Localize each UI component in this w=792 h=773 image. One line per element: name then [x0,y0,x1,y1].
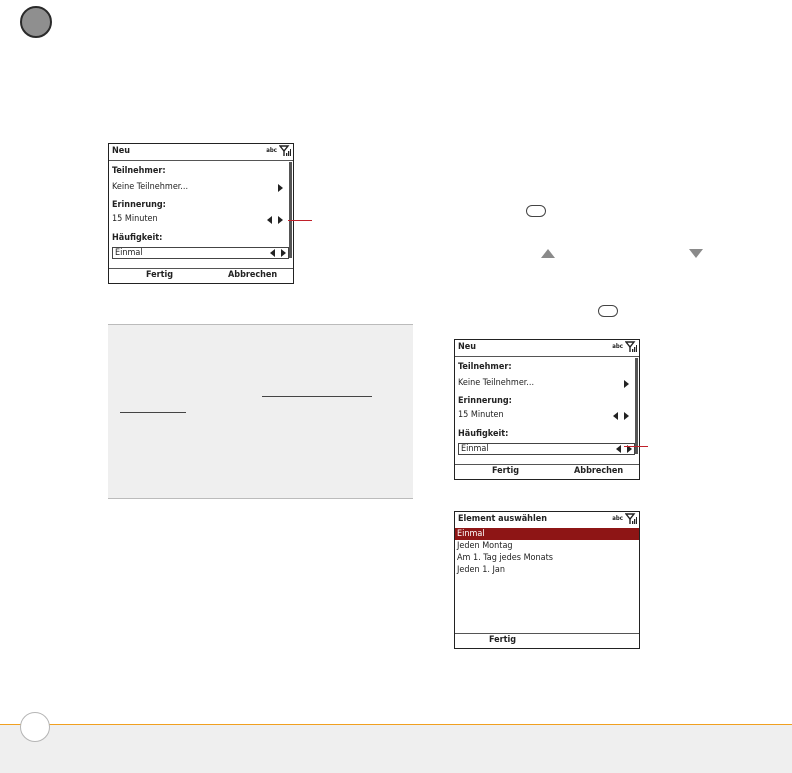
signal-icon [625,513,637,524]
screen-title: Neu [112,146,131,156]
participants-field[interactable]: Keine Teilnehmer... [458,378,631,390]
center-button-icon [526,205,546,217]
participants-label: Teilnehmer: [112,166,166,176]
center-button-icon [598,305,618,317]
left-right-arrows-icon [267,216,283,224]
arrow-right-icon [278,184,283,192]
link-underline [120,412,186,413]
soft-button-bar: Fertig Abbrechen [109,268,293,283]
phone-screen-new-event: Neu abc Teilnehmer: Keine Teilnehmer... … [108,143,294,284]
screen-title: Neu [458,342,477,352]
reminder-value: 15 Minuten [458,410,504,420]
page-number-marker [20,712,50,742]
frequency-label: Häufigkeit: [458,429,509,439]
phone-screen-new-event-frequency: Neu abc Teilnehmer: Keine Teilnehmer... … [454,339,640,480]
participants-value: Keine Teilnehmer... [112,182,189,192]
left-right-arrows-icon [613,412,629,420]
screen-titlebar: Neu abc [109,144,293,161]
callout-line [288,220,312,221]
reminder-value: 15 Minuten [112,214,158,224]
soft-button-bar: Fertig [455,633,639,648]
arrow-right-icon [624,380,629,388]
screen-titlebar: Element auswählen abc [455,512,639,529]
list-item-once[interactable]: Einmal [455,528,639,540]
done-button[interactable]: Fertig [492,466,519,476]
list-item-every-monday[interactable]: Jeden Montag [455,540,639,552]
list-item-first-day-month[interactable]: Am 1. Tag jedes Monats [455,552,639,564]
reminder-label: Erinnerung: [112,200,166,210]
frequency-select[interactable]: Einmal [112,247,289,259]
screen-titlebar: Neu abc [455,340,639,357]
arrow-up-icon [541,249,555,258]
done-button[interactable]: Fertig [489,635,516,645]
scrollbar[interactable] [289,162,292,258]
link-underline [262,396,372,397]
signal-icon [625,341,637,352]
participants-field[interactable]: Keine Teilnehmer... [112,182,285,194]
participants-value: Keine Teilnehmer... [458,378,535,388]
frequency-value: Einmal [115,248,143,258]
left-right-arrows-icon [270,249,286,257]
input-mode-indicator: abc [266,147,277,154]
frequency-select[interactable]: Einmal [458,443,635,455]
callout-line [624,446,648,447]
frequency-label: Häufigkeit: [112,233,163,243]
cancel-button[interactable]: Abbrechen [228,270,277,280]
phone-screen-select-item: Element auswählen abc Einmal Jeden Monta… [454,511,640,649]
chapter-marker [20,6,52,38]
cancel-button[interactable]: Abbrechen [574,466,623,476]
scrollbar[interactable] [635,358,638,454]
page-footer [0,724,792,773]
soft-button-bar: Fertig Abbrechen [455,464,639,479]
input-mode-indicator: abc [612,515,623,522]
reminder-field[interactable]: 15 Minuten [458,410,631,422]
reminder-label: Erinnerung: [458,396,512,406]
signal-icon [279,145,291,156]
participants-label: Teilnehmer: [458,362,512,372]
input-mode-indicator: abc [612,343,623,350]
list-item-every-jan-1[interactable]: Jeden 1. Jan [455,564,639,576]
reminder-field[interactable]: 15 Minuten [112,214,285,226]
arrow-down-icon [689,249,703,258]
screen-title: Element auswählen [458,514,547,524]
frequency-value: Einmal [461,444,489,454]
done-button[interactable]: Fertig [146,270,173,280]
